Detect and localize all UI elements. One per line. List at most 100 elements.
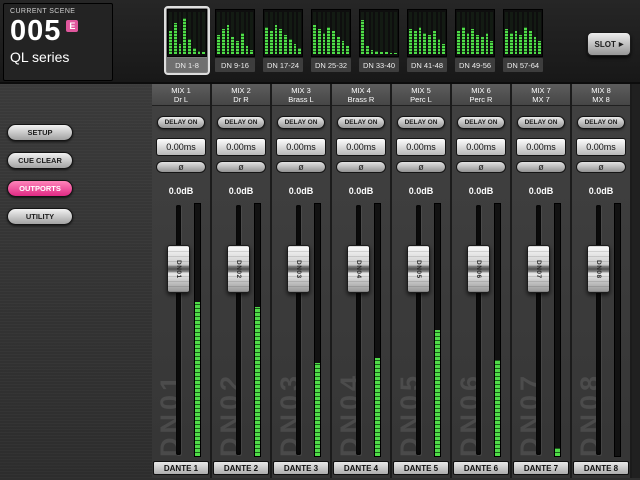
- channel-header[interactable]: MIX 8 MX 8: [572, 84, 630, 106]
- mini-meter: [505, 12, 508, 54]
- channel-name-label: Brass L: [272, 95, 330, 104]
- scene-panel[interactable]: CURRENT SCENE 005 E QL series: [3, 3, 113, 81]
- phase-button[interactable]: ø: [336, 161, 386, 173]
- mini-meter: [486, 12, 489, 54]
- level-meter-fill: [435, 330, 440, 456]
- meter-bank-5[interactable]: DN 33-40: [356, 6, 402, 75]
- meter-bank-label: DN 33-40: [359, 58, 399, 72]
- mini-meter-fill: [423, 33, 426, 54]
- meter-bank-6[interactable]: DN 41-48: [404, 6, 450, 75]
- fader-cap-label: DN04: [355, 260, 362, 279]
- meter-bank-1[interactable]: DN 1-8: [164, 6, 210, 75]
- channel-strip-2: MIX 2 Dr R DELAY ON 0.00ms ø 0.0dB DN02 …: [212, 84, 272, 478]
- meter-bank-meters: [311, 9, 351, 57]
- meter-bank-8[interactable]: DN 57-64: [500, 6, 546, 75]
- delay-on-button[interactable]: DELAY ON: [277, 116, 325, 129]
- delay-value-box[interactable]: 0.00ms: [576, 138, 626, 156]
- delay-value-box[interactable]: 0.00ms: [276, 138, 326, 156]
- meter-bank-label: DN 49-56: [455, 58, 495, 72]
- mini-meter: [481, 12, 484, 54]
- mini-meter: [279, 12, 282, 54]
- mini-meter: [169, 12, 172, 54]
- delay-value-box[interactable]: 0.00ms: [456, 138, 506, 156]
- channel-name-label: Perc L: [392, 95, 450, 104]
- fader-track[interactable]: [596, 205, 601, 455]
- mini-meter-fill: [227, 25, 230, 54]
- channel-header[interactable]: MIX 2 Dr R: [212, 84, 270, 106]
- mini-meter: [457, 12, 460, 54]
- delay-on-button[interactable]: DELAY ON: [457, 116, 505, 129]
- mini-meter-fill: [169, 31, 172, 54]
- channel-header[interactable]: MIX 6 Perc R: [452, 84, 510, 106]
- sidebar-button-outports[interactable]: OUTPORTS: [7, 180, 73, 197]
- channel-header[interactable]: MIX 7 MX 7: [512, 84, 570, 106]
- mini-meter-fill: [505, 29, 508, 54]
- channel-name-label: MX 7: [512, 95, 570, 104]
- mini-meter: [462, 12, 465, 54]
- mini-meter: [241, 12, 244, 54]
- mini-meter-fill: [188, 39, 191, 54]
- phase-button[interactable]: ø: [216, 161, 266, 173]
- phase-button[interactable]: ø: [276, 161, 326, 173]
- fader-cap[interactable]: DN05: [407, 245, 430, 293]
- channel-strip-6: MIX 6 Perc R DELAY ON 0.00ms ø 0.0dB DN0…: [452, 84, 512, 478]
- delay-value-box[interactable]: 0.00ms: [216, 138, 266, 156]
- fader-track[interactable]: [416, 205, 421, 455]
- mini-meter: [342, 12, 345, 54]
- fader-cap[interactable]: DN08: [587, 245, 610, 293]
- fader-track[interactable]: [236, 205, 241, 455]
- channel-header[interactable]: MIX 3 Brass L: [272, 84, 330, 106]
- slot-button[interactable]: SLOT ▶: [587, 32, 631, 56]
- delay-value-box[interactable]: 0.00ms: [396, 138, 446, 156]
- phase-button[interactable]: ø: [456, 161, 506, 173]
- channel-header[interactable]: MIX 1 Dr L: [152, 84, 210, 106]
- delay-on-button[interactable]: DELAY ON: [337, 116, 385, 129]
- fader-cap[interactable]: DN01: [167, 245, 190, 293]
- fader-track[interactable]: [536, 205, 541, 455]
- sidebar-button-utility[interactable]: UTILITY: [7, 208, 73, 225]
- phase-button[interactable]: ø: [516, 161, 566, 173]
- channel-header[interactable]: MIX 4 Brass R: [332, 84, 390, 106]
- mini-meter-fill: [337, 37, 340, 54]
- fader-track[interactable]: [296, 205, 301, 455]
- phase-button[interactable]: ø: [396, 161, 446, 173]
- channel-mix-label: MIX 7: [512, 86, 570, 95]
- delay-on-button[interactable]: DELAY ON: [517, 116, 565, 129]
- fader-cap[interactable]: DN02: [227, 245, 250, 293]
- delay-on-button[interactable]: DELAY ON: [157, 116, 205, 129]
- delay-value-box[interactable]: 0.00ms: [156, 138, 206, 156]
- fader-cap[interactable]: DN04: [347, 245, 370, 293]
- mini-meter-fill: [298, 48, 301, 54]
- delay-on-button[interactable]: DELAY ON: [397, 116, 445, 129]
- fader-cap[interactable]: DN03: [287, 245, 310, 293]
- fader-cap[interactable]: DN07: [527, 245, 550, 293]
- fader-track[interactable]: [176, 205, 181, 455]
- meter-bank-4[interactable]: DN 25-32: [308, 6, 354, 75]
- phase-button[interactable]: ø: [156, 161, 206, 173]
- channel-mix-label: MIX 8: [572, 86, 630, 95]
- mini-meter: [246, 12, 249, 54]
- meter-bank-2[interactable]: DN 9-16: [212, 6, 258, 75]
- delay-value-box[interactable]: 0.00ms: [336, 138, 386, 156]
- fader-track[interactable]: [476, 205, 481, 455]
- mini-meter-fill: [366, 46, 369, 54]
- sidebar-button-cue-clear[interactable]: CUE CLEAR: [7, 152, 73, 169]
- delay-on-button[interactable]: DELAY ON: [577, 116, 625, 129]
- mini-meter-fill: [375, 51, 378, 54]
- delay-value-box[interactable]: 0.00ms: [516, 138, 566, 156]
- meter-bank-7[interactable]: DN 49-56: [452, 6, 498, 75]
- phase-button[interactable]: ø: [576, 161, 626, 173]
- fader-cap[interactable]: DN06: [467, 245, 490, 293]
- mini-meter-fill: [265, 27, 268, 54]
- delay-on-button[interactable]: DELAY ON: [217, 116, 265, 129]
- mini-meter: [231, 12, 234, 54]
- fader-track[interactable]: [356, 205, 361, 455]
- scene-number: 005: [10, 16, 61, 46]
- mini-meter-fill: [380, 52, 383, 54]
- sidebar-button-setup[interactable]: SETUP: [7, 124, 73, 141]
- channel-watermark: DN02: [215, 372, 246, 457]
- meter-bank-label: DN 9-16: [215, 58, 255, 72]
- channel-strips: MIX 1 Dr L DELAY ON 0.00ms ø 0.0dB DN01 …: [152, 84, 640, 478]
- meter-bank-3[interactable]: DN 17-24: [260, 6, 306, 75]
- channel-header[interactable]: MIX 5 Perc L: [392, 84, 450, 106]
